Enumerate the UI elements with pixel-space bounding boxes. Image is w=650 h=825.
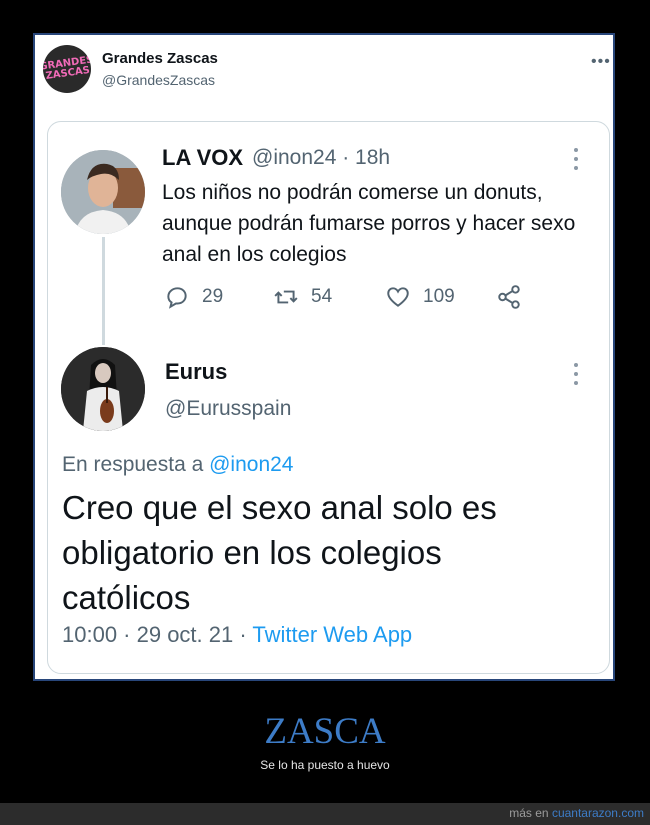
page-title: ZASCA <box>264 711 386 752</box>
tweet-author-handle[interactable]: @Eurusspain <box>165 397 291 421</box>
author-name[interactable]: Grandes Zascas <box>102 50 218 67</box>
credit-link[interactable]: cuantarazon.com <box>552 806 644 820</box>
avatar[interactable]: GRANDES ZASCAS <box>43 45 91 93</box>
reply-count: 29 <box>202 286 224 307</box>
source-link[interactable]: Twitter Web App <box>252 622 412 647</box>
bottom-bar: más en cuantarazon.com <box>0 803 650 825</box>
like-count: 109 <box>423 286 455 307</box>
more-options-icon[interactable] <box>570 363 582 385</box>
reply-handle-link[interactable]: @inon24 <box>209 453 293 476</box>
avatar-logo: GRANDES ZASCAS <box>43 54 91 82</box>
tweet-author-name[interactable]: LA VOX <box>162 145 243 171</box>
retweet-count: 54 <box>311 286 333 307</box>
reply-icon <box>167 287 187 309</box>
avatar[interactable] <box>61 150 145 234</box>
retweet-button[interactable]: 54 <box>273 284 332 310</box>
tweet-author-meta[interactable]: @inon24 · 18h <box>252 146 390 170</box>
author-handle[interactable]: @GrandesZascas <box>102 72 215 88</box>
reply-indicator: En respuesta a @inon24 <box>62 453 294 477</box>
page-subtitle: Se lo ha puesto a huevo <box>260 758 390 772</box>
credit-prefix: más en <box>509 806 552 820</box>
share-icon <box>498 285 520 309</box>
like-button[interactable]: 109 <box>385 284 455 310</box>
tweet-text: Los niños no podrán comerse un donuts, a… <box>162 181 576 266</box>
thread-connector <box>102 237 105 345</box>
credit: más en cuantarazon.com <box>509 806 644 820</box>
tweet-timestamp: 10:00 · 29 oct. 21 · Twitter Web App <box>62 622 412 648</box>
retweet-icon <box>274 290 298 304</box>
avatar[interactable] <box>61 347 145 431</box>
tweet-text: Creo que el sexo anal solo es obligatori… <box>62 489 497 616</box>
heart-icon <box>387 287 409 307</box>
ellipsis-icon[interactable]: ••• <box>591 53 611 71</box>
more-options-icon[interactable] <box>570 148 582 170</box>
share-button[interactable] <box>496 284 534 310</box>
reply-prefix: En respuesta a <box>62 453 204 476</box>
reply-button[interactable]: 29 <box>164 284 223 310</box>
tweet-author-name[interactable]: Eurus <box>165 359 227 385</box>
timestamp-text[interactable]: 10:00 · 29 oct. 21 · <box>62 622 252 647</box>
